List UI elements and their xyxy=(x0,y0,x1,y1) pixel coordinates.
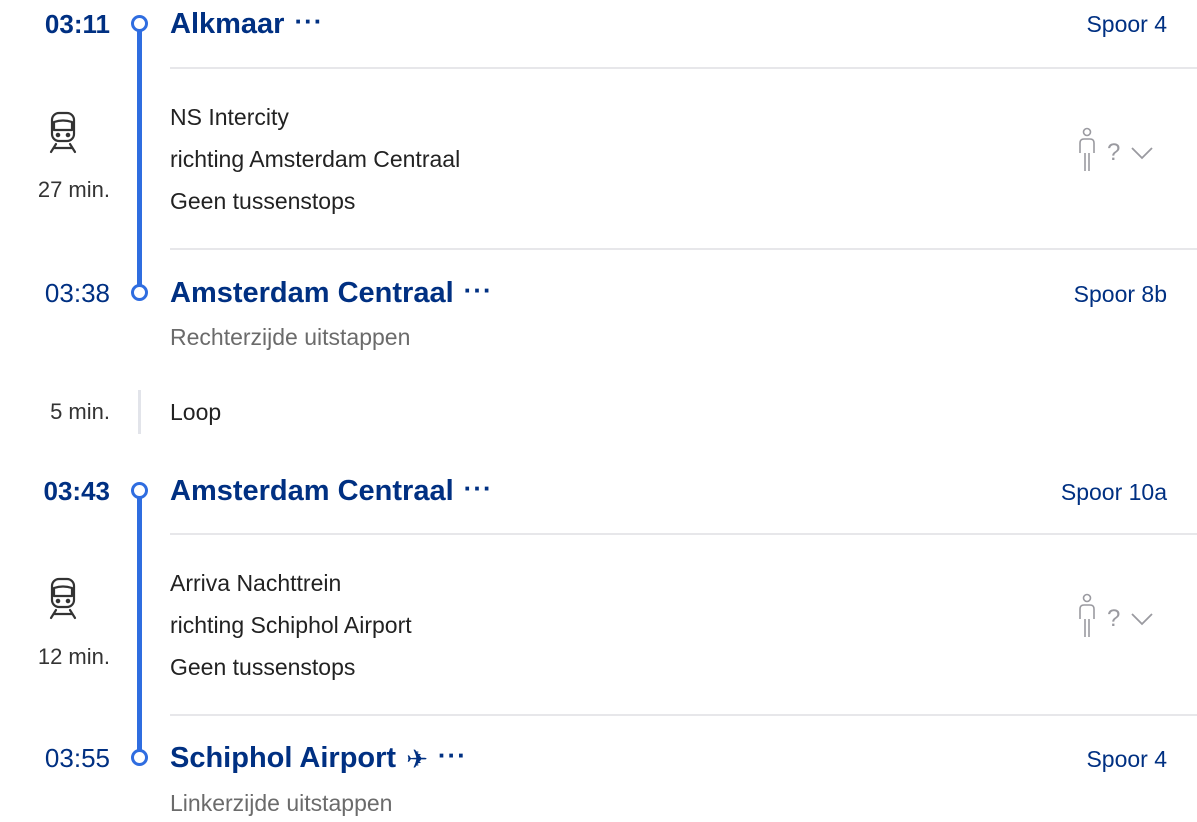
occupancy-value: ? xyxy=(1107,139,1121,166)
station-label: Amsterdam Centraal xyxy=(170,277,454,309)
train-direction: richting Schiphol Airport xyxy=(170,612,412,638)
platform-label: Spoor 4 xyxy=(1086,746,1167,772)
exit-side-note: Linkerzijde uitstappen xyxy=(170,790,393,816)
train-operator: NS Intercity xyxy=(170,104,289,130)
divider xyxy=(170,248,1197,250)
transfer-duration: 5 min. xyxy=(50,399,110,424)
train-info: Arriva Nachttrein richting Schiphol Airp… xyxy=(170,562,412,688)
stop-dot xyxy=(131,15,148,32)
more-options-icon[interactable]: ··· xyxy=(438,742,467,768)
stop-dot xyxy=(131,749,148,766)
train-info: NS Intercity richting Amsterdam Centraal… xyxy=(170,96,460,222)
person-icon xyxy=(1077,593,1097,646)
chevron-down-icon[interactable] xyxy=(1130,139,1154,167)
train-icon xyxy=(45,576,81,622)
person-icon xyxy=(1077,127,1097,180)
platform-label: Spoor 10a xyxy=(1060,479,1167,505)
platform-label: Spoor 4 xyxy=(1086,11,1167,37)
station-name[interactable]: Amsterdam Centraal ··· xyxy=(170,277,493,309)
occupancy-indicator[interactable]: ? xyxy=(1077,593,1167,646)
divider xyxy=(170,67,1197,69)
occupancy-value: ? xyxy=(1107,605,1121,632)
stop-dot xyxy=(131,284,148,301)
train-operator: Arriva Nachttrein xyxy=(170,570,342,596)
train-icon xyxy=(45,110,81,156)
leg-duration: 27 min. xyxy=(37,177,110,202)
occupancy-indicator[interactable]: ? xyxy=(1077,127,1167,180)
route-line xyxy=(137,28,142,290)
departure-time: 03:11 xyxy=(44,9,110,39)
station-label: Amsterdam Centraal xyxy=(170,475,454,507)
more-options-icon[interactable]: ··· xyxy=(464,475,493,501)
chevron-down-icon[interactable] xyxy=(1130,605,1154,633)
station-label: Schiphol Airport xyxy=(170,742,397,774)
arrival-time: 03:38 xyxy=(44,278,110,308)
more-options-icon[interactable]: ··· xyxy=(294,8,323,34)
stop-dot xyxy=(131,482,148,499)
platform-label: Spoor 8b xyxy=(1073,281,1167,307)
station-name[interactable]: Alkmaar ··· xyxy=(170,8,323,40)
plane-icon: ✈ xyxy=(406,743,428,774)
route-line xyxy=(137,495,142,757)
more-options-icon[interactable]: ··· xyxy=(464,277,493,303)
leg-duration: 12 min. xyxy=(37,644,110,669)
train-direction: richting Amsterdam Centraal xyxy=(170,146,461,172)
arrival-time: 03:55 xyxy=(44,743,110,773)
train-stops: Geen tussenstops xyxy=(170,188,356,214)
station-name[interactable]: Schiphol Airport ✈ ··· xyxy=(170,742,467,774)
transfer-label: Loop xyxy=(170,399,222,425)
divider xyxy=(170,714,1197,716)
divider xyxy=(170,533,1197,535)
exit-side-note: Rechterzijde uitstappen xyxy=(170,324,411,350)
station-label: Alkmaar xyxy=(170,8,285,40)
departure-time: 03:43 xyxy=(43,476,111,506)
train-stops: Geen tussenstops xyxy=(170,654,356,680)
station-name[interactable]: Amsterdam Centraal ··· xyxy=(170,475,493,507)
walk-line xyxy=(138,390,141,434)
